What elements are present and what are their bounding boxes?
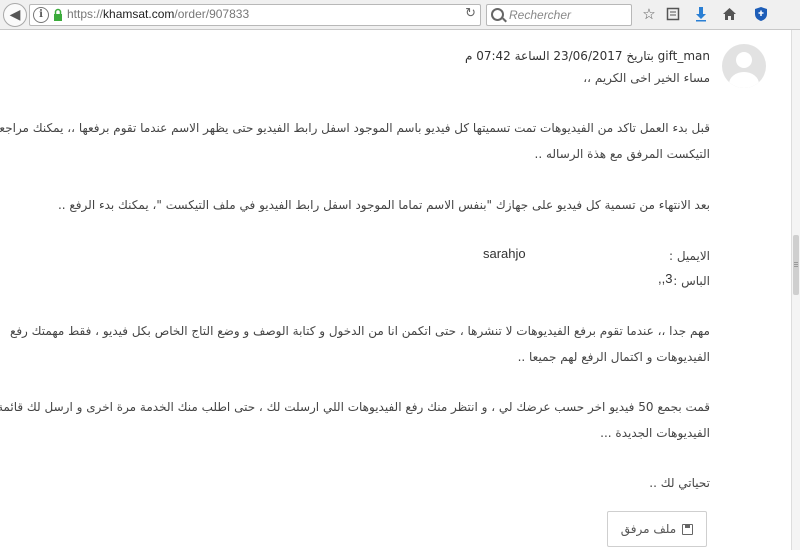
download-icon[interactable]	[692, 5, 710, 23]
address-bar[interactable]: i https://khamsat.com/order/907833 ↻	[29, 4, 481, 26]
star-icon[interactable]: ☆	[640, 5, 658, 23]
reading-list-icon[interactable]	[664, 5, 682, 23]
paragraph-3-line-2: الفيديوهات و اكتمال الرفع لهم جميعا ..	[517, 350, 710, 364]
back-arrow-icon: ◀	[9, 7, 21, 23]
search-placeholder: Rechercher	[509, 8, 572, 22]
paragraph-1-line-2: التيكست المرفق مع هذة الرساله ..	[534, 147, 710, 161]
email-label: الايميل :	[668, 249, 710, 263]
paragraph-2: بعد الانتهاء من تسمية كل فيديو على جهازك…	[57, 198, 710, 212]
message-meta: gift_man بتاريخ 23/06/2017 الساعة 07:42 …	[465, 49, 710, 63]
username-link[interactable]: gift_man	[658, 49, 710, 63]
reload-icon[interactable]: ↻	[465, 6, 476, 21]
attachment-button[interactable]: ملف مرفق	[607, 511, 707, 547]
email-value: sarahjo	[483, 246, 526, 261]
home-icon[interactable]	[720, 5, 738, 23]
url-text: https://khamsat.com/order/907833	[67, 7, 250, 21]
message-date: بتاريخ 23/06/2017 الساعة 07:42 م	[464, 49, 654, 63]
search-bar[interactable]: Rechercher	[486, 4, 632, 26]
shield-icon[interactable]	[752, 5, 770, 23]
attachment-label: ملف مرفق	[620, 522, 677, 536]
greeting-text: مساء الخير اخى الكريم ،،	[583, 71, 710, 85]
lock-icon	[54, 8, 62, 21]
info-icon[interactable]: i	[33, 7, 49, 23]
search-icon	[491, 8, 504, 21]
avatar[interactable]	[722, 44, 766, 88]
password-label: الباس :	[673, 274, 710, 288]
back-button[interactable]: ◀	[3, 3, 27, 27]
password-value: ,,3	[658, 271, 673, 286]
browser-toolbar: ◀ i https://khamsat.com/order/907833 ↻ R…	[0, 0, 800, 30]
paragraph-4-line-2: الفيديوهات الجديدة ...	[600, 426, 710, 440]
page-scrollbar[interactable]	[791, 30, 800, 550]
scrollbar-thumb[interactable]	[793, 235, 799, 295]
paragraph-3-line-1: مهم جدا ،، عندما تقوم برفع الفيديوهات لا…	[9, 324, 710, 338]
file-icon	[682, 523, 694, 535]
paragraph-1-line-1: قبل بدء العمل تاكد من الفيديوهات تمت تسم…	[0, 121, 710, 135]
closing-text: تحياتي لك ..	[649, 476, 710, 490]
paragraph-4-line-1: قمت بجمع 50 فيديو اخر حسب عرضك لي ، و ان…	[0, 400, 710, 414]
message-thread: gift_man بتاريخ 23/06/2017 الساعة 07:42 …	[0, 30, 790, 550]
